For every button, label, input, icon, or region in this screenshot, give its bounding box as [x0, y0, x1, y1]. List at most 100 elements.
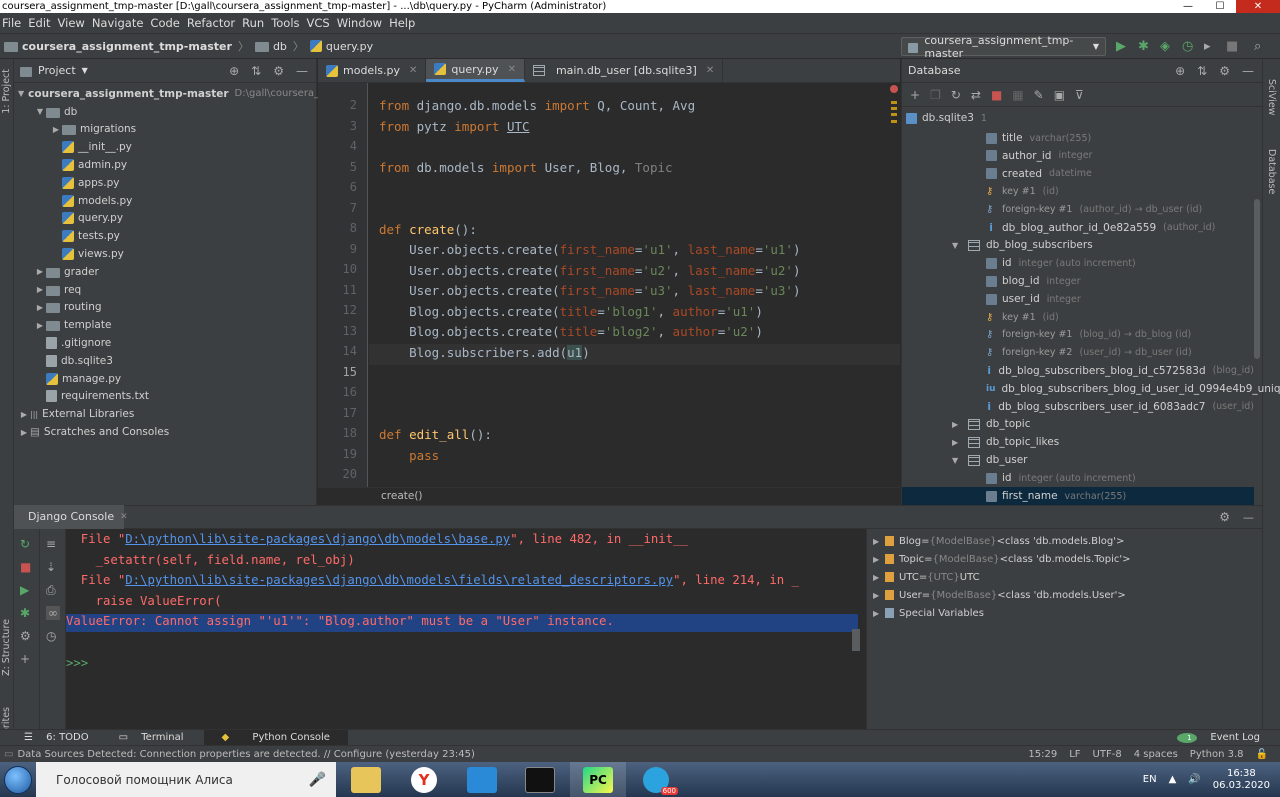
editor-error-stripe[interactable] [890, 83, 898, 487]
console-output[interactable]: File "D:\python\lib\site-packages\django… [66, 529, 860, 729]
tree-item[interactable]: apps.py [14, 174, 316, 192]
event-log-tab[interactable]: 1 Event Log [1167, 732, 1280, 743]
alice-search-box[interactable]: Голосовой помощник Алиса 🎤 [36, 762, 336, 797]
microphone-icon[interactable]: 🎤 [309, 772, 326, 788]
chevron-right-icon[interactable]: ▶ [873, 537, 885, 546]
tree-item[interactable]: db.sqlite3 [14, 352, 316, 370]
editor-breadcrumb[interactable]: create() [318, 487, 900, 505]
db-column-row[interactable]: author_id integer [902, 147, 1254, 165]
menu-vcs[interactable]: VCS [305, 16, 335, 30]
variable-row[interactable]: ▶ Special Variables [873, 604, 984, 622]
chevron-right-icon[interactable]: ▶ [34, 303, 46, 312]
database-tool-tab[interactable]: Database [1266, 149, 1277, 194]
chevron-right-icon[interactable]: ▶ [18, 410, 30, 419]
tree-item[interactable]: models.py [14, 192, 316, 210]
sciview-tool-tab[interactable]: SciView [1266, 79, 1277, 115]
database-scrollbar[interactable] [1254, 199, 1260, 359]
db-column-row[interactable]: first_name varchar(255) [902, 487, 1254, 505]
disconnect-icon[interactable]: ■ [991, 88, 1002, 102]
menu-tools[interactable]: Tools [269, 16, 304, 30]
run-icon[interactable]: ▶ [20, 583, 29, 597]
file-encoding[interactable]: UTF-8 [1093, 749, 1122, 760]
breadcrumb-project[interactable]: coursera_assignment_tmp-master [22, 40, 232, 53]
tree-item[interactable]: requirements.txt [14, 388, 316, 406]
profile-icon[interactable]: ◷ [1182, 39, 1193, 54]
variable-row[interactable]: ▶ UTC = {UTC} UTC [873, 568, 980, 586]
settings-icon[interactable]: ⚙ [20, 629, 31, 643]
db-table-row[interactable]: ▶ db_topic [902, 415, 1254, 433]
variable-row[interactable]: ▶ Topic = {ModelBase} <class 'db.models.T… [873, 550, 1130, 568]
db-column-row[interactable]: created datetime [902, 165, 1254, 183]
console-scrollbar[interactable] [852, 629, 860, 651]
maximize-button[interactable]: ☐ [1204, 0, 1236, 13]
menu-window[interactable]: Window [335, 16, 387, 30]
rerun-icon[interactable]: ↻ [20, 537, 30, 551]
chevron-right-icon[interactable]: ▶ [50, 125, 62, 134]
file-link[interactable]: D:\python\lib\site-packages\django\db\mo… [125, 573, 673, 587]
gear-icon[interactable]: ⚙ [273, 64, 284, 78]
menu-run[interactable]: Run [240, 16, 269, 30]
console-prompt[interactable]: >>> [66, 656, 88, 670]
lock-icon[interactable]: 🔓 [1256, 749, 1268, 760]
db-column-row[interactable]: i db_blog_author_id_0e82a559 (author_id) [902, 219, 1254, 237]
tree-item[interactable]: ▶ migrations [14, 121, 316, 139]
run-icon[interactable]: ▶ [1116, 39, 1126, 54]
chevron-down-icon[interactable]: ▼ [82, 66, 88, 75]
collapse-all-icon[interactable]: ⇅ [1197, 64, 1207, 78]
db-column-row[interactable]: i db_blog_subscribers_blog_id_c572583d (bl… [902, 362, 1254, 380]
db-column-row[interactable]: id integer (auto increment) [902, 469, 1254, 487]
stop-icon[interactable]: ■ [1226, 39, 1238, 54]
tab-models-py[interactable]: models.py ✕ [318, 59, 427, 82]
chevron-right-icon[interactable]: ▶ [873, 591, 885, 600]
tree-item[interactable]: query.py [14, 210, 316, 228]
breadcrumb-folder[interactable]: db [273, 40, 287, 53]
table-editor-icon[interactable]: ▦ [1012, 88, 1023, 102]
breadcrumb-file[interactable]: query.py [326, 40, 373, 53]
chevron-right-icon[interactable]: ▶ [34, 321, 46, 330]
chevron-down-icon[interactable]: ▼ [952, 456, 968, 465]
language-indicator[interactable]: EN [1143, 774, 1157, 785]
stop-icon[interactable]: ■ [20, 560, 31, 574]
db-column-row[interactable]: user_id integer [902, 290, 1254, 308]
add-icon[interactable]: + [910, 88, 920, 102]
build-icon[interactable]: ▸ [1204, 39, 1211, 54]
status-message[interactable]: Data Sources Detected: Connection proper… [13, 749, 474, 760]
taskbar-vscode[interactable] [454, 762, 510, 797]
gear-icon[interactable]: ⚙ [1219, 64, 1230, 78]
show-hidden-icons-icon[interactable]: ▲ [1169, 774, 1177, 785]
db-column-row[interactable]: ⚷ foreign-key #1 (blog_id) → db_blog (id) [902, 326, 1254, 344]
history-icon[interactable]: ◷ [46, 629, 56, 643]
locate-icon[interactable]: ⊕ [229, 64, 239, 78]
chevron-right-icon[interactable]: ▶ [952, 420, 968, 429]
caret-position[interactable]: 15:29 [1028, 749, 1057, 760]
tree-item[interactable]: admin.py [14, 156, 316, 174]
file-link[interactable]: D:\python\lib\site-packages\django\db\mo… [125, 532, 510, 546]
line-separator[interactable]: LF [1069, 749, 1080, 760]
tree-item[interactable]: ▶ template [14, 316, 316, 334]
taskbar-cmd[interactable] [512, 762, 568, 797]
volume-icon[interactable]: 🔊 [1188, 774, 1200, 785]
menu-edit[interactable]: Edit [26, 16, 55, 30]
refresh-icon[interactable]: ↻ [951, 88, 961, 102]
db-column-row[interactable]: iu db_blog_subscribers_blog_id_user_id_09… [902, 380, 1280, 398]
menu-navigate[interactable]: Navigate [90, 16, 149, 30]
filter-icon[interactable]: ⊽ [1075, 88, 1084, 102]
chevron-right-icon[interactable]: ▶ [34, 267, 46, 276]
close-tab-icon[interactable]: ✕ [409, 65, 417, 76]
status-bar-toggle-icon[interactable]: ▭ [0, 749, 13, 760]
chevron-down-icon[interactable]: ▼ [34, 107, 46, 116]
taskbar-pycharm[interactable]: PC [570, 762, 626, 797]
db-column-row[interactable]: blog_id integer [902, 272, 1254, 290]
chevron-right-icon[interactable]: ▶ [18, 428, 30, 437]
tree-item[interactable]: ▶ grader [14, 263, 316, 281]
db-column-row[interactable]: ⚷ key #1 (id) [902, 308, 1254, 326]
run-configuration-select[interactable]: coursera_assignment_tmp-master ▼ [901, 34, 1106, 60]
chevron-down-icon[interactable]: ▼ [952, 241, 968, 250]
terminal-tab[interactable]: ▭ Terminal [109, 732, 204, 743]
menu-view[interactable]: View [56, 16, 90, 30]
print-icon[interactable]: ⎙ [46, 583, 56, 598]
tree-item[interactable]: ▶ ||| External Libraries [14, 405, 316, 423]
hide-icon[interactable]: — [1242, 64, 1254, 78]
tree-item[interactable]: ▶ routing [14, 299, 316, 317]
search-everywhere-icon[interactable]: ⌕ [1254, 39, 1261, 54]
